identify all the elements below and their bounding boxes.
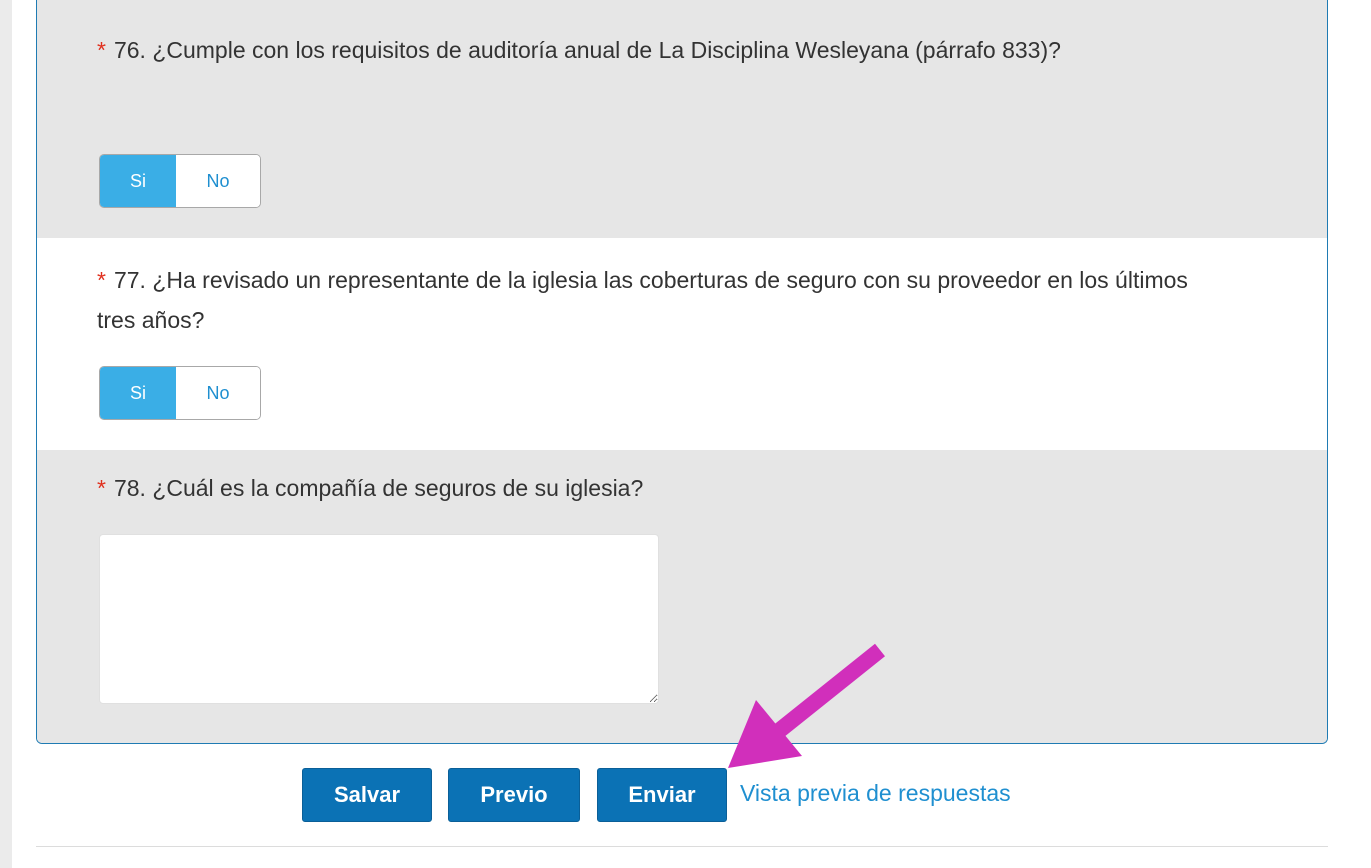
left-rail (0, 0, 12, 868)
question-77-option-si[interactable]: Si (100, 367, 176, 419)
insurance-company-textarea[interactable] (99, 534, 659, 704)
save-button[interactable]: Salvar (302, 768, 432, 822)
question-76-toggle: Si No (99, 154, 261, 208)
preview-responses-link[interactable]: Vista previa de respuestas (740, 780, 1011, 807)
required-mark: * (97, 475, 106, 501)
required-mark: * (97, 267, 106, 293)
question-77-label: 77. ¿Ha revisado un representante de la … (97, 267, 1188, 333)
question-76-label: 76. ¿Cumple con los requisitos de audito… (113, 37, 1061, 63)
question-77: * 77. ¿Ha revisado un representante de la… (37, 238, 1327, 450)
question-76: * 76. ¿Cumple con los requisitos de audit… (37, 0, 1327, 238)
question-77-toggle: Si No (99, 366, 261, 420)
submit-button[interactable]: Enviar (597, 768, 727, 822)
question-78: * 78. ¿Cuál es la compañía de seguros de … (37, 450, 1327, 743)
question-77-text: * 77. ¿Ha revisado un representante de la… (97, 260, 1227, 340)
question-77-option-no[interactable]: No (176, 367, 260, 419)
question-78-label: 78. ¿Cuál es la compañía de seguros de s… (113, 475, 644, 501)
bottom-divider (36, 846, 1328, 847)
required-mark: * (97, 37, 106, 63)
previous-button[interactable]: Previo (448, 768, 580, 822)
question-76-option-no[interactable]: No (176, 155, 260, 207)
survey-panel: * 76. ¿Cumple con los requisitos de audit… (36, 0, 1328, 744)
action-bar: Salvar Previo Enviar Vista previa de res… (0, 766, 1371, 824)
question-76-option-si[interactable]: Si (100, 155, 176, 207)
question-78-text: * 78. ¿Cuál es la compañía de seguros de … (97, 468, 1227, 508)
question-76-text: * 76. ¿Cumple con los requisitos de audit… (97, 30, 1227, 70)
